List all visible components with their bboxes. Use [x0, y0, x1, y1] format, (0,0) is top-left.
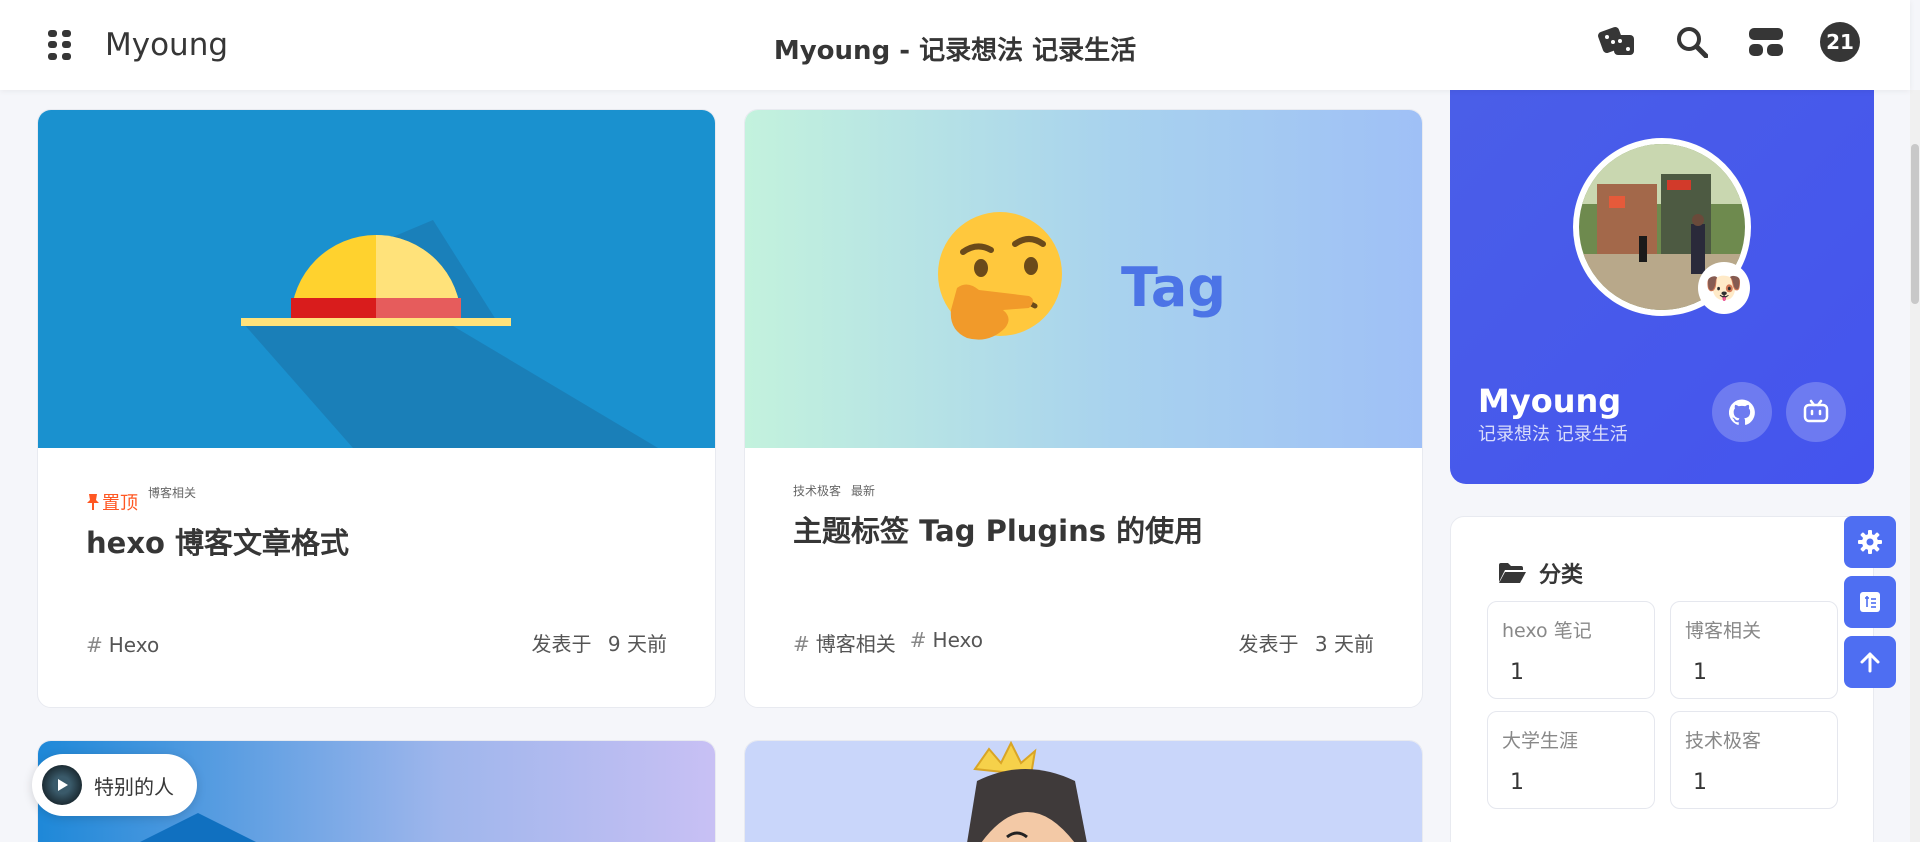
notification-count-badge[interactable]: 21 — [1820, 22, 1860, 62]
category-name: hexo 笔记 — [1502, 620, 1592, 642]
music-title: 特别的人 — [94, 774, 174, 799]
post-tag[interactable]: # 博客相关 — [793, 628, 896, 657]
category-count: 1 — [1510, 770, 1524, 795]
post-tags: # 博客相关 # Hexo — [793, 628, 983, 657]
post-cover-image[interactable] — [38, 110, 715, 448]
hash-icon: # — [909, 628, 927, 652]
bilibili-button[interactable] — [1786, 382, 1846, 442]
folder-open-icon — [1499, 563, 1526, 583]
date-value: 3 天前 — [1314, 632, 1374, 656]
category-item[interactable]: hexo 笔记 1 — [1487, 601, 1655, 699]
nav-actions: 21 — [1598, 22, 1860, 62]
search-icon[interactable] — [1672, 22, 1712, 62]
bilibili-icon — [1803, 399, 1829, 423]
category-name: 大学生涯 — [1502, 730, 1579, 752]
post-card[interactable]: Tag 技术极客 最新 主题标签 Tag Plugins 的使用 # 博客相关 #… — [744, 109, 1423, 708]
cover-tag-text: Tag — [1121, 256, 1226, 319]
post-card-body: 技术极客 最新 主题标签 Tag Plugins 的使用 # 博客相关 # Hexo… — [745, 448, 1422, 707]
category-item[interactable]: 大学生涯 1 — [1487, 711, 1655, 809]
category-count: 1 — [1693, 770, 1707, 795]
top-navbar: Myoung Myoung - 记录想法 记录生活 21 — [0, 0, 1910, 90]
back-to-top-button[interactable] — [1844, 636, 1896, 688]
categories-title: 分类 — [1539, 563, 1584, 588]
categories-header: 分类 — [1497, 557, 1583, 589]
post-tags: # Hexo — [86, 633, 159, 657]
post-category[interactable]: 技术极客 — [793, 482, 841, 499]
category-count: 1 — [1693, 660, 1707, 685]
play-icon[interactable] — [42, 765, 82, 805]
hash-icon: # — [793, 632, 810, 656]
post-date: 发表于 9 天前 — [532, 628, 667, 657]
github-button[interactable] — [1712, 382, 1772, 442]
date-prefix: 发表于 — [1238, 632, 1299, 656]
scrollbar-thumb[interactable] — [1911, 144, 1919, 304]
settings-button[interactable] — [1844, 516, 1896, 568]
profile-name: Myoung — [1478, 382, 1622, 420]
music-player[interactable]: 特别的人 — [32, 754, 197, 816]
post-card[interactable] — [744, 740, 1423, 842]
hash-icon: # — [86, 633, 103, 657]
post-category[interactable]: 博客相关 — [148, 484, 196, 501]
pinned-badge: 置顶 — [86, 489, 138, 515]
post-title[interactable]: 主题标签 Tag Plugins 的使用 — [793, 508, 1203, 550]
post-card[interactable]: 置顶 博客相关 hexo 博客文章格式 # Hexo 发表于 9 天前 — [37, 109, 716, 708]
post-card-body: 置顶 博客相关 hexo 博客文章格式 # Hexo 发表于 9 天前 — [38, 448, 715, 707]
post-tag[interactable]: # Hexo — [86, 633, 159, 657]
post-date: 发表于 3 天前 — [1239, 628, 1374, 657]
tag-label: Hexo — [108, 633, 160, 657]
translate-button[interactable] — [1844, 576, 1896, 628]
category-count: 1 — [1510, 660, 1524, 685]
tag-label: 博客相关 — [815, 632, 896, 656]
category-name: 博客相关 — [1685, 620, 1762, 642]
post-tag[interactable]: # Hexo — [910, 628, 983, 657]
post-meta: 技术极客 最新 — [793, 482, 875, 499]
pinned-label: 置顶 — [102, 493, 138, 514]
category-item[interactable]: 博客相关 1 — [1670, 601, 1838, 699]
dice-icon[interactable] — [1598, 22, 1638, 62]
post-cover-image[interactable]: Tag — [745, 110, 1422, 448]
toggle-icon[interactable] — [1746, 22, 1786, 62]
post-title[interactable]: hexo 博客文章格式 — [86, 520, 349, 562]
tag-label: Hexo — [932, 628, 983, 652]
post-meta: 置顶 博客相关 — [86, 484, 196, 515]
post-cover-image[interactable] — [745, 741, 1422, 842]
newest-badge: 最新 — [851, 484, 876, 498]
profile-card: 🐶 Myoung 记录想法 记录生活 — [1450, 90, 1874, 484]
category-name: 技术极客 — [1685, 730, 1762, 752]
gear-icon — [1858, 530, 1882, 554]
translate-icon — [1860, 592, 1880, 612]
categories-card: 分类 hexo 笔记 1 博客相关 1 大学生涯 1 技术极客 1 — [1450, 516, 1874, 842]
profile-description: 记录想法 记录生活 — [1478, 424, 1628, 445]
github-icon — [1729, 399, 1755, 425]
doge-badge-icon: 🐶 — [1698, 262, 1750, 314]
arrow-up-icon — [1860, 652, 1880, 673]
category-item[interactable]: 技术极客 1 — [1670, 711, 1838, 809]
date-value: 9 天前 — [607, 632, 667, 656]
date-prefix: 发表于 — [531, 632, 592, 656]
